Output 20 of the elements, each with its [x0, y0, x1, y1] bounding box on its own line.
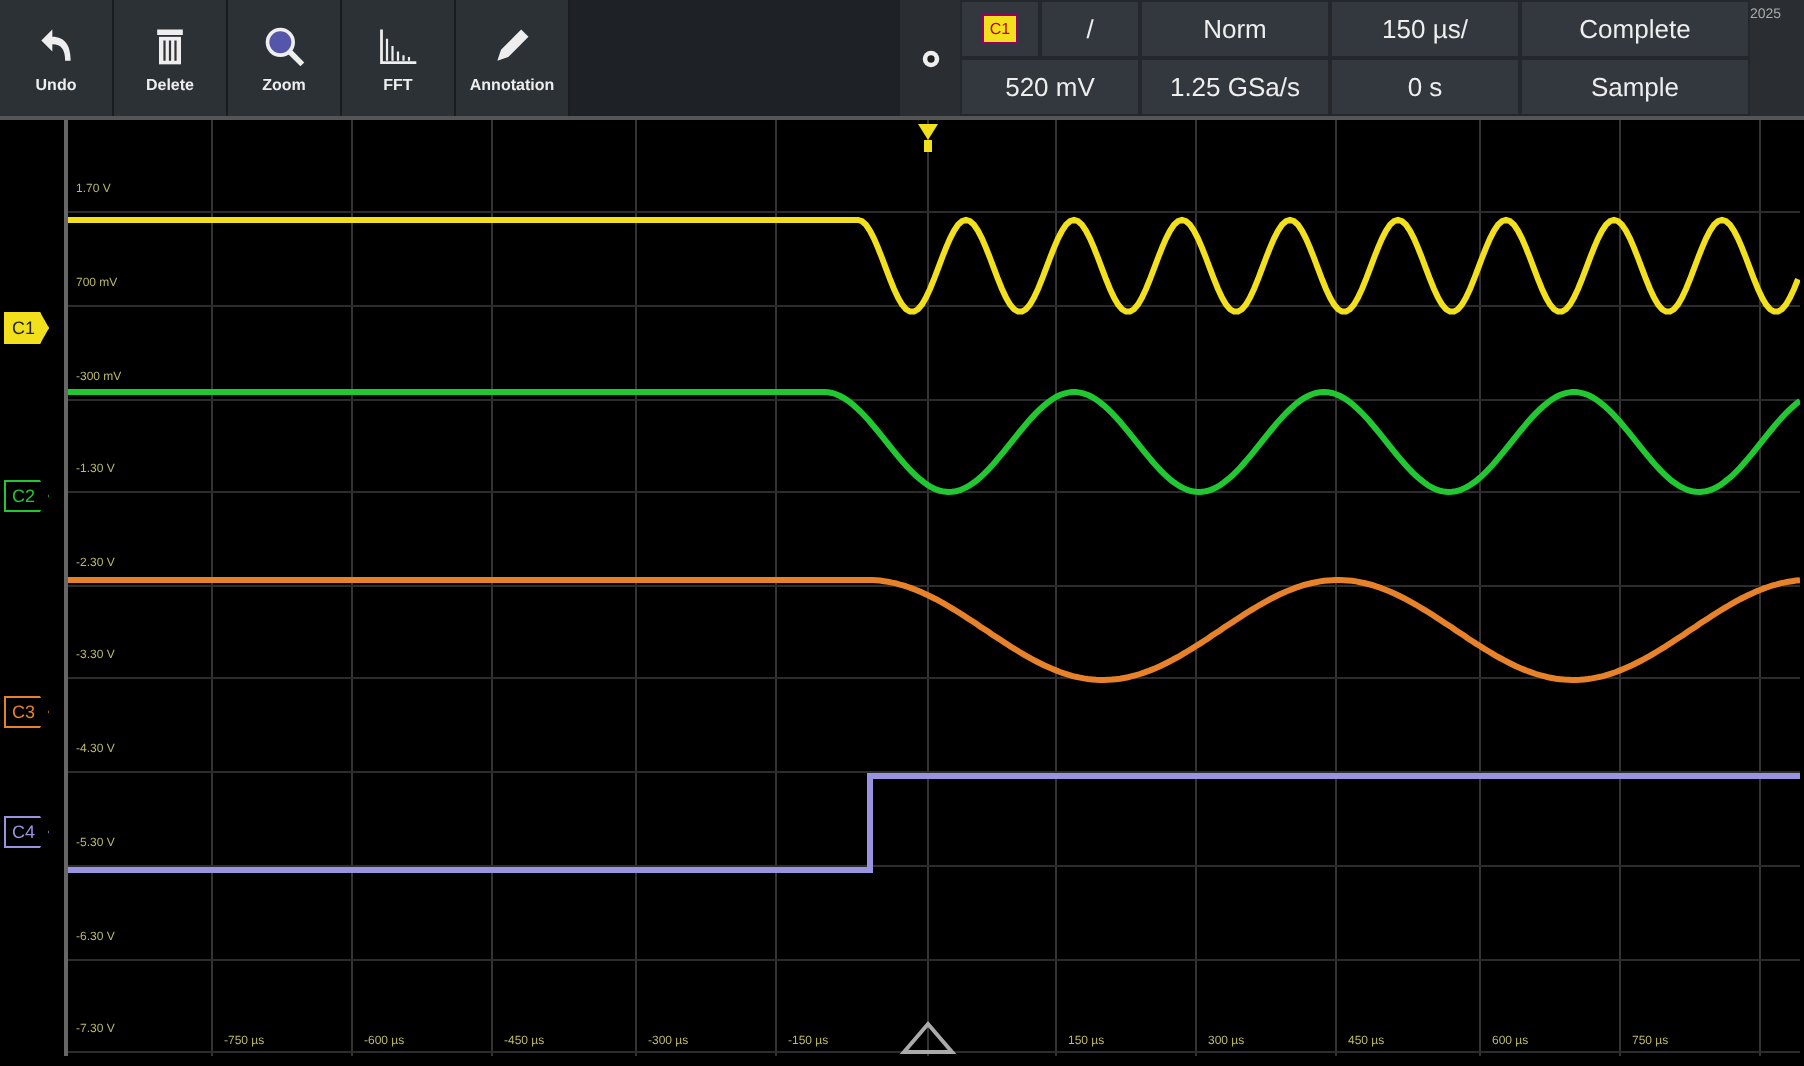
- search-icon: [262, 23, 306, 67]
- toolbar-button[interactable]: Zoom: [228, 0, 342, 116]
- time-reference-icon: [899, 1020, 957, 1054]
- channel-tag[interactable]: C1: [4, 312, 50, 344]
- toolbar-button[interactable]: Undo: [0, 0, 114, 116]
- toolbar-button[interactable]: FFT: [342, 0, 456, 116]
- delay-cell[interactable]: 0 s: [1330, 58, 1520, 116]
- acquisition-mode-cell[interactable]: Sample: [1520, 58, 1750, 116]
- settings-icon[interactable]: [919, 47, 941, 69]
- trigger-mode-cell[interactable]: Norm: [1140, 0, 1330, 58]
- trigger-source-cell[interactable]: C1: [960, 0, 1040, 58]
- trigger-slope-cell[interactable]: /: [1040, 0, 1140, 58]
- acquisition-cell[interactable]: Complete: [1520, 0, 1750, 58]
- channel-tag: C1: [981, 14, 1019, 44]
- trigger-level-cell[interactable]: 520 mV: [960, 58, 1140, 116]
- toolbar-button[interactable]: Delete: [114, 0, 228, 116]
- trigger-marker-icon: [918, 124, 938, 152]
- sample-rate-cell[interactable]: 1.25 GSa/s: [1140, 58, 1330, 116]
- toolbar-button[interactable]: Annotation: [456, 0, 570, 116]
- timebase-cell[interactable]: 150 µs/: [1330, 0, 1520, 58]
